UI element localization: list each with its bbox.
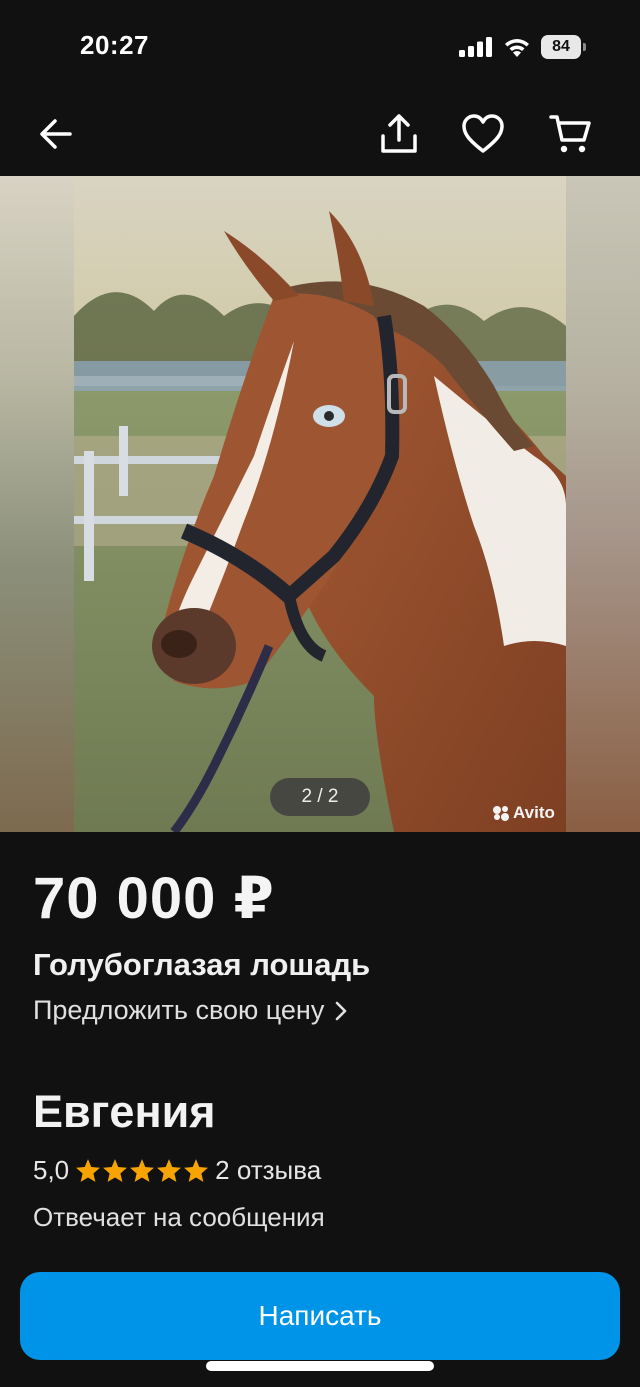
cart-icon [549, 115, 591, 153]
seller-reply-status: Отвечает на сообщения [33, 1202, 325, 1232]
chevron-right-icon [336, 1001, 347, 1020]
gallery-blur-right [566, 176, 640, 832]
avito-watermark: Avito [492, 803, 555, 823]
star-icon [76, 1159, 101, 1182]
star-icon [157, 1159, 182, 1182]
cellular-signal-icon [459, 37, 492, 57]
gallery-blur-left [0, 176, 74, 832]
listing-price: 70 000 ₽ [33, 866, 275, 931]
offer-price-label: Предложить свою цену [33, 995, 325, 1025]
avito-watermark-text: Avito [513, 803, 555, 822]
star-icon [184, 1159, 209, 1182]
reviews-count: 2 отзыва [215, 1155, 322, 1185]
nav-bar [0, 96, 640, 176]
battery-level: 84 [541, 35, 581, 59]
share-icon [381, 114, 417, 153]
star-icon [103, 1159, 128, 1182]
rating-stars [75, 1158, 209, 1183]
avito-logo-icon [493, 806, 509, 821]
status-bar: 20:27 84 [0, 0, 640, 96]
horse-photo [74, 176, 566, 832]
wifi-icon [505, 39, 529, 57]
rating-value: 5,0 [33, 1155, 70, 1185]
seller-rating[interactable]: 5,0 2 отзыва [33, 1155, 321, 1186]
star-icon [130, 1159, 155, 1182]
offer-price-link[interactable]: Предложить свою цену [33, 995, 348, 1026]
write-message-button[interactable]: Написать [20, 1272, 620, 1360]
back-button[interactable] [28, 106, 84, 162]
status-time: 20:27 [80, 30, 149, 60]
heart-icon [462, 114, 504, 153]
photo-counter: 2 / 2 [270, 778, 370, 816]
share-button[interactable] [371, 106, 427, 162]
home-indicator[interactable] [206, 1361, 434, 1371]
arrow-left-icon [40, 119, 72, 149]
favorite-button[interactable] [455, 106, 511, 162]
battery-cap [583, 43, 586, 51]
seller-name[interactable]: Евгения [33, 1086, 216, 1138]
cart-button[interactable] [542, 106, 598, 162]
battery-indicator: 84 [541, 35, 587, 59]
photo-gallery[interactable]: 2 / 2 Avito [0, 176, 640, 832]
listing-title: Голубоглазая лошадь [33, 947, 371, 982]
